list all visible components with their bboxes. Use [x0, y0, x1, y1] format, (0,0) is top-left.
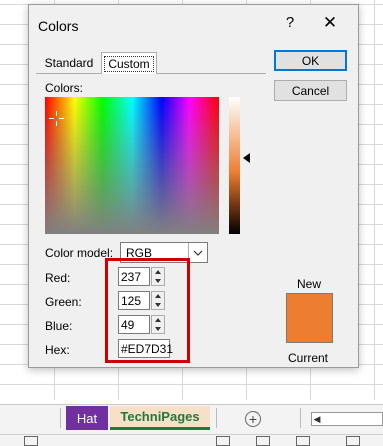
tab-standard[interactable]: Standard — [38, 52, 100, 73]
status-bar — [0, 434, 383, 446]
tab-custom-label: Custom — [104, 55, 154, 72]
add-sheet-icon[interactable]: + — [245, 411, 261, 427]
green-label: Green: — [45, 295, 82, 309]
tab-divider — [216, 408, 217, 428]
current-label: Current — [288, 351, 329, 365]
cancel-button[interactable]: Cancel — [274, 80, 347, 101]
chevron-down-icon[interactable] — [188, 243, 207, 262]
luminance-arrow-icon[interactable] — [243, 153, 250, 163]
tab-divider — [300, 408, 301, 428]
new-label: New — [297, 277, 322, 291]
sheet-tab-technipages[interactable]: TechniPages — [110, 406, 210, 430]
tab-custom[interactable]: Custom — [101, 52, 157, 74]
colors-dialog: Colors ? ✕ OK Cancel Standard Custom Col… — [28, 4, 359, 368]
tab-divider — [60, 408, 61, 428]
rgb-highlight-box — [105, 258, 190, 363]
crosshair-icon[interactable] — [49, 111, 64, 126]
help-icon[interactable]: ? — [282, 14, 298, 31]
close-icon[interactable]: ✕ — [321, 13, 339, 33]
red-label: Red: — [45, 271, 71, 285]
color-spectrum-picker[interactable] — [45, 97, 219, 234]
color-model-label: Color model: — [45, 246, 114, 260]
scroll-left-icon[interactable]: ◀ — [312, 413, 322, 425]
hex-label: Hex: — [45, 343, 70, 357]
sheet-tab-hat[interactable]: Hat — [66, 406, 108, 430]
blue-label: Blue: — [45, 319, 73, 333]
ok-button[interactable]: OK — [274, 50, 347, 71]
luminance-slider[interactable] — [229, 97, 240, 234]
dialog-title: Colors — [38, 18, 79, 34]
color-preview-swatch — [286, 293, 333, 343]
colors-label: Colors: — [45, 81, 84, 95]
